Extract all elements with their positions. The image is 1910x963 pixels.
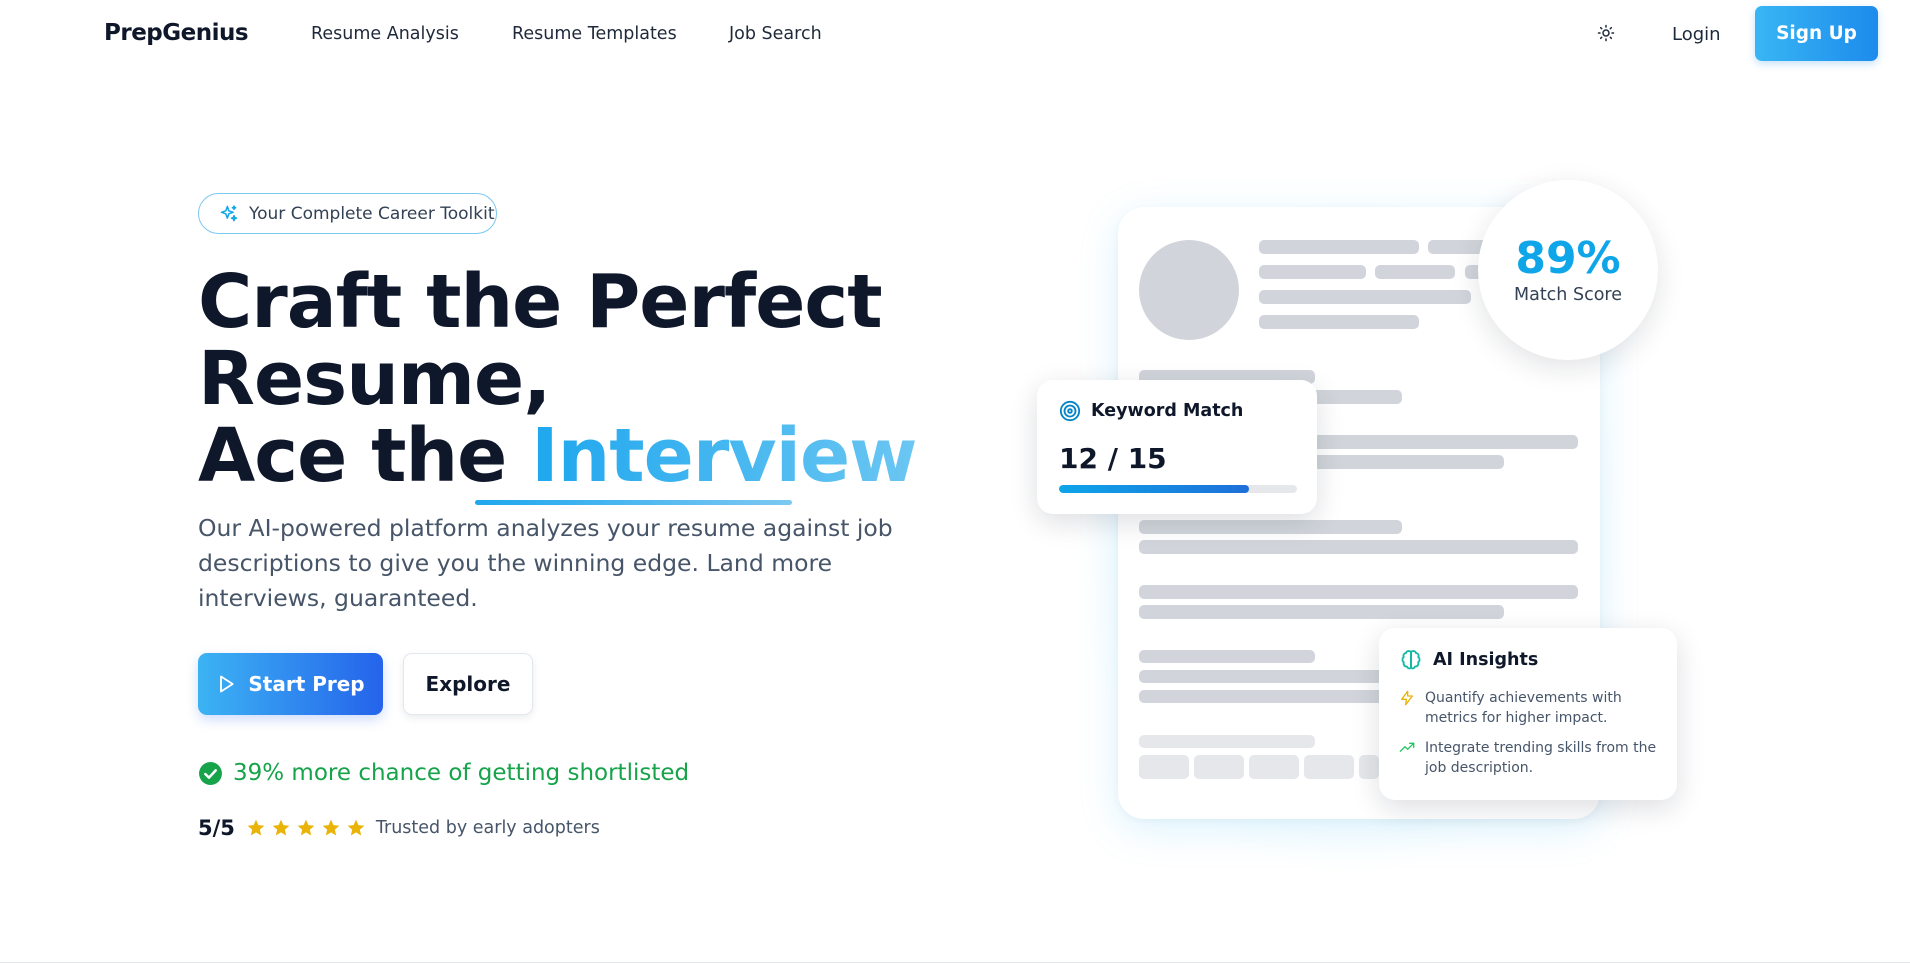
keyword-match-value: 12 / 15 (1059, 442, 1167, 475)
insight-item: Quantify achievements with metrics for h… (1399, 688, 1661, 728)
resume-avatar-placeholder (1139, 240, 1239, 340)
keyword-progress-fill (1059, 485, 1250, 493)
skeleton-line (1139, 605, 1504, 619)
sign-up-button[interactable]: Sign Up (1755, 6, 1878, 61)
skeleton-chip (1249, 755, 1299, 779)
skeleton-line (1259, 240, 1419, 254)
brain-icon (1401, 650, 1421, 670)
lightning-icon (1401, 690, 1413, 706)
shortlist-stat-text: 39% more chance of getting shortlisted (233, 760, 690, 786)
star-icon (297, 819, 315, 836)
badge-text: Your Complete Career Toolkit (249, 203, 495, 224)
star-rating (246, 818, 366, 838)
headline-accent-word: Interview (531, 413, 917, 499)
skeleton-line (1139, 520, 1402, 534)
skeleton-chip (1194, 755, 1244, 779)
sun-icon (1597, 24, 1615, 42)
skeleton-line (1139, 670, 1402, 683)
trending-up-icon (1399, 742, 1415, 752)
star-icon (322, 819, 340, 836)
skeleton-line (1259, 315, 1419, 329)
headline-line-3-prefix: Ace the (198, 413, 532, 499)
shortlist-stat: 39% more chance of getting shortlisted (198, 760, 689, 786)
skeleton-line (1259, 265, 1366, 279)
nav-link-job-search[interactable]: Job Search (729, 24, 822, 44)
skeleton-line (1139, 650, 1315, 663)
start-prep-label: Start Prep (248, 672, 365, 696)
nav-link-resume-templates[interactable]: Resume Templates (512, 24, 677, 44)
login-link[interactable]: Login (1672, 24, 1721, 45)
skeleton-line (1139, 735, 1315, 748)
check-circle-icon (199, 761, 222, 785)
brand-logo[interactable]: PrepGenius (104, 20, 249, 46)
ai-insights-header: AI Insights (1399, 648, 1538, 672)
skeleton-line (1139, 540, 1578, 554)
keyword-match-title: Keyword Match (1091, 401, 1244, 421)
star-icon (347, 819, 365, 836)
star-icon (247, 819, 265, 836)
skeleton-chip (1359, 755, 1379, 779)
ai-insights-card: AI Insights Quantify achievements with m… (1379, 628, 1677, 800)
headline-line-2: Resume, (198, 336, 551, 422)
match-score-circle: 89% Match Score (1478, 180, 1658, 360)
skeleton-line (1259, 290, 1471, 304)
target-icon (1059, 400, 1081, 422)
top-nav: PrepGenius Resume Analysis Resume Templa… (0, 0, 1910, 70)
hero-subtext: Our AI-powered platform analyzes your re… (198, 514, 893, 612)
insight-text: Integrate trending skills from the job d… (1425, 740, 1657, 776)
nav-link-resume-analysis[interactable]: Resume Analysis (311, 24, 459, 44)
insight-item: Integrate trending skills from the job d… (1399, 738, 1661, 778)
skeleton-line (1375, 265, 1455, 279)
sparkles-icon (220, 204, 238, 221)
skeleton-line (1139, 585, 1578, 599)
skeleton-chip (1304, 755, 1354, 779)
keyword-progress-track (1059, 485, 1297, 493)
keyword-match-header: Keyword Match (1059, 400, 1243, 422)
play-icon (220, 675, 234, 693)
rating-caption: Trusted by early adopters (375, 818, 600, 838)
accent-underline (475, 500, 792, 505)
headline-line-3: Ace the Interview (198, 413, 918, 499)
keyword-match-card: Keyword Match 12 / 15 (1037, 380, 1317, 514)
hero-headline: Craft the Perfect Resume, Ace the Interv… (198, 259, 918, 499)
insight-text: Quantify achievements with metrics for h… (1425, 690, 1622, 726)
skeleton-line (1139, 690, 1402, 703)
rating-row: 5/5 Trusted by early adopters (198, 816, 600, 840)
rating-score: 5/5 (198, 816, 235, 840)
start-prep-button[interactable]: Start Prep (198, 653, 383, 715)
ai-insights-title: AI Insights (1433, 650, 1539, 670)
match-score-value: 89% (1515, 233, 1621, 284)
star-icon (272, 819, 290, 836)
career-toolkit-badge: Your Complete Career Toolkit (198, 193, 497, 234)
match-score-label: Match Score (1514, 285, 1622, 305)
headline-line-1: Craft the Perfect (198, 259, 883, 345)
theme-toggle-button[interactable] (1593, 20, 1619, 46)
skeleton-chip (1139, 755, 1189, 779)
explore-button[interactable]: Explore (403, 653, 533, 715)
